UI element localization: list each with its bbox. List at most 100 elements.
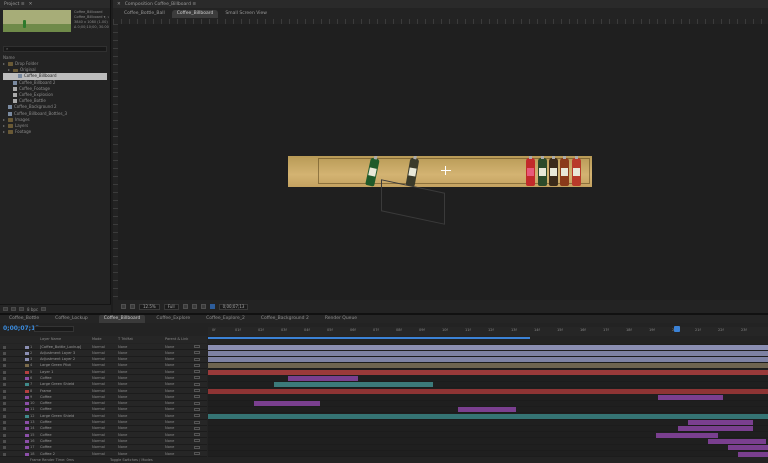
layer-name[interactable]: Coffee bbox=[40, 376, 90, 380]
track-matte-select[interactable]: None bbox=[118, 433, 127, 437]
layer-name[interactable]: Coffee bbox=[40, 420, 90, 424]
chevron-down-icon[interactable] bbox=[194, 357, 200, 361]
blend-mode-select[interactable]: Normal bbox=[92, 420, 105, 424]
label-color-swatch[interactable] bbox=[25, 427, 29, 431]
new-folder-icon[interactable] bbox=[11, 307, 16, 311]
parent-select[interactable]: None bbox=[165, 445, 174, 449]
track-matte-select[interactable]: None bbox=[118, 445, 127, 449]
comp-panel-title[interactable]: Composition Coffee_Billboard ≡ bbox=[125, 2, 196, 7]
eye-icon[interactable] bbox=[3, 433, 6, 437]
chevron-right-icon[interactable]: ▸ bbox=[3, 61, 6, 67]
layer-name[interactable]: Coffee bbox=[40, 395, 90, 399]
track-matte-select[interactable]: None bbox=[118, 363, 127, 367]
comp-tab[interactable]: Coffee_Bottle_Ball bbox=[119, 10, 170, 18]
blend-mode-select[interactable]: Normal bbox=[92, 414, 105, 418]
chevron-right-icon[interactable]: ▸ bbox=[3, 129, 6, 135]
viewer-timecode[interactable]: 0;00;07;13 bbox=[218, 303, 249, 310]
toggle-switches-modes[interactable]: Toggle Switches / Modes bbox=[110, 458, 153, 462]
parent-select[interactable]: None bbox=[165, 426, 174, 430]
track-matte-select[interactable]: None bbox=[118, 439, 127, 443]
magnification-select[interactable]: 12.5% bbox=[139, 303, 160, 310]
label-color-swatch[interactable] bbox=[25, 389, 29, 393]
parent-select[interactable]: None bbox=[165, 370, 174, 374]
track-matte-select[interactable]: None bbox=[118, 345, 127, 349]
parent-select[interactable]: None bbox=[165, 389, 174, 393]
layer-name[interactable]: Coffee bbox=[40, 439, 90, 443]
layer-duration-bar[interactable] bbox=[708, 438, 766, 444]
work-area-bar[interactable] bbox=[208, 337, 530, 339]
layer-duration-bar[interactable] bbox=[658, 394, 723, 400]
layer-duration-bar[interactable] bbox=[738, 451, 768, 457]
blend-mode-select[interactable]: Normal bbox=[92, 370, 105, 374]
blend-mode-select[interactable]: Normal bbox=[92, 389, 105, 393]
eye-icon[interactable] bbox=[3, 370, 6, 374]
col-parent[interactable]: Parent & Link bbox=[165, 337, 188, 341]
parent-select[interactable]: None bbox=[165, 382, 174, 386]
chevron-down-icon[interactable] bbox=[194, 389, 200, 393]
timeline-tab[interactable]: Coffee_Explore bbox=[151, 315, 195, 323]
chevron-down-icon[interactable] bbox=[194, 433, 200, 437]
label-color-swatch[interactable] bbox=[25, 408, 29, 412]
new-comp-icon[interactable] bbox=[19, 307, 24, 311]
layer-name[interactable]: Coffee bbox=[40, 433, 90, 437]
camera-snapshot-icon[interactable] bbox=[200, 304, 206, 309]
layer-search-input[interactable] bbox=[34, 326, 74, 332]
track-matte-select[interactable]: None bbox=[118, 452, 127, 456]
layer-name[interactable]: Adjustment Layer 2 bbox=[40, 357, 90, 361]
time-ruler[interactable]: 0f 01f 02f 03f 04f 05f 06f 07f 08f 09f 10f 11f 12f 13… bbox=[208, 327, 768, 336]
layer-duration-bar[interactable] bbox=[208, 363, 768, 369]
project-search-input[interactable]: ⌕ bbox=[3, 46, 107, 52]
label-color-swatch[interactable] bbox=[25, 364, 29, 368]
layer-duration-bar[interactable] bbox=[688, 420, 753, 426]
parent-select[interactable]: None bbox=[165, 420, 174, 424]
col-layer-name[interactable]: Layer Name bbox=[40, 337, 61, 341]
mask-visibility-icon[interactable] bbox=[130, 304, 135, 309]
eye-icon[interactable] bbox=[3, 427, 6, 431]
parent-select[interactable]: None bbox=[165, 363, 174, 367]
anchor-crosshair[interactable] bbox=[441, 170, 451, 171]
label-color-swatch[interactable] bbox=[25, 433, 29, 437]
parent-select[interactable]: None bbox=[165, 395, 174, 399]
layer-name[interactable]: Frame bbox=[40, 389, 90, 393]
blend-mode-select[interactable]: Normal bbox=[92, 407, 105, 411]
track-matte-select[interactable]: None bbox=[118, 382, 127, 386]
parent-select[interactable]: None bbox=[165, 376, 174, 380]
layer-duration-bar[interactable] bbox=[208, 357, 768, 363]
label-color-swatch[interactable] bbox=[25, 439, 29, 443]
label-color-swatch[interactable] bbox=[25, 383, 29, 387]
layer-name[interactable]: Large Green Pilot bbox=[40, 363, 90, 367]
label-color-swatch[interactable] bbox=[25, 351, 29, 355]
chevron-down-icon[interactable] bbox=[194, 351, 200, 355]
parent-select[interactable]: None bbox=[165, 351, 174, 355]
blend-mode-select[interactable]: Normal bbox=[92, 433, 105, 437]
parent-select[interactable]: None bbox=[165, 433, 174, 437]
chevron-down-icon[interactable] bbox=[194, 382, 200, 386]
chevron-down-icon[interactable] bbox=[194, 370, 200, 374]
blend-mode-select[interactable]: Normal bbox=[92, 357, 105, 361]
col-mode[interactable]: Mode bbox=[92, 337, 102, 341]
layer-name[interactable]: Coffee 2 bbox=[40, 452, 90, 456]
eye-icon[interactable] bbox=[3, 383, 6, 387]
blend-mode-select[interactable]: Normal bbox=[92, 376, 105, 380]
eye-icon[interactable] bbox=[3, 395, 6, 399]
layer-duration-bar[interactable] bbox=[458, 407, 516, 413]
layer-name[interactable]: Coffee bbox=[40, 445, 90, 449]
transparency-grid-icon[interactable] bbox=[191, 304, 197, 309]
cti-marker[interactable] bbox=[674, 326, 680, 332]
column-name-header[interactable]: Name bbox=[3, 55, 15, 60]
eye-icon[interactable] bbox=[3, 358, 6, 362]
timeline-tab[interactable]: Coffee_Billboard bbox=[98, 315, 146, 323]
layer-name[interactable]: Coffee bbox=[40, 426, 90, 430]
always-preview-icon[interactable] bbox=[121, 304, 126, 309]
timeline-tab[interactable]: Coffee_Bottle bbox=[4, 315, 44, 323]
chevron-down-icon[interactable] bbox=[194, 420, 200, 424]
eye-icon[interactable] bbox=[3, 402, 6, 406]
chevron-right-icon[interactable]: ▸ bbox=[3, 123, 6, 129]
label-color-swatch[interactable] bbox=[25, 370, 29, 374]
label-color-swatch[interactable] bbox=[25, 421, 29, 425]
layer-duration-bar[interactable] bbox=[274, 382, 433, 388]
track-matte-select[interactable]: None bbox=[118, 395, 127, 399]
comp-tab[interactable]: Small Screen View bbox=[220, 10, 272, 18]
col-trkmat[interactable]: T TrkMat bbox=[118, 337, 133, 341]
timeline-tab[interactable]: Coffee_Background 2 bbox=[256, 315, 314, 323]
